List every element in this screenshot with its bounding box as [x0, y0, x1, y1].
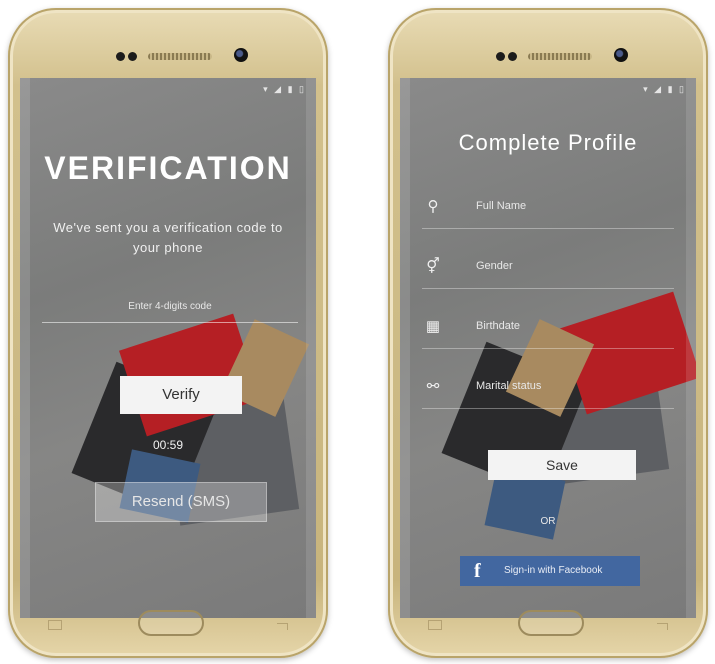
home-button[interactable]: [138, 610, 204, 636]
birthdate-field[interactable]: ▦ Birthdate: [422, 308, 674, 349]
status-bar: ▾ ◢ ▮ ▯: [643, 84, 686, 94]
profile-title: Complete Profile: [458, 130, 638, 155]
save-button[interactable]: Save: [488, 450, 636, 480]
verification-subtitle: We've sent you a verification code to yo…: [53, 220, 283, 255]
birthdate-placeholder: Birthdate: [476, 320, 521, 332]
earpiece-speaker: [528, 53, 592, 60]
facebook-signin-label: Sign-in with Facebook: [504, 565, 603, 576]
front-camera-icon: [234, 48, 248, 62]
gender-field[interactable]: ⚥ Gender: [422, 248, 674, 289]
facebook-icon: f: [474, 560, 481, 582]
facebook-signin-button[interactable]: f Sign-in with Facebook: [460, 556, 640, 586]
phone-verification: ▾ ◢ ▮ ▯ VERIFICATION We've sent you a ve…: [8, 8, 328, 658]
back-icon[interactable]: [277, 623, 288, 630]
countdown-timer: 00:59: [152, 438, 184, 452]
recent-apps-icon[interactable]: [428, 620, 442, 630]
phone-profile: ▾ ◢ ▮ ▯ Complete Profile ⚲ Full Name ⚥ G…: [388, 8, 708, 658]
profile-screen: ▾ ◢ ▮ ▯ Complete Profile ⚲ Full Name ⚥ G…: [400, 78, 696, 618]
sensor-dots: [496, 52, 526, 62]
verify-button[interactable]: Verify: [120, 376, 242, 414]
verification-title: VERIFICATION: [44, 150, 292, 186]
sensor-dots: [116, 52, 146, 62]
verification-screen: ▾ ◢ ▮ ▯ VERIFICATION We've sent you a ve…: [20, 78, 316, 618]
person-icon: ⚲: [427, 198, 439, 215]
gender-placeholder: Gender: [476, 260, 513, 272]
verification-code-input[interactable]: [42, 290, 298, 323]
rings-icon: ⚯: [426, 378, 440, 395]
calendar-icon: ▦: [425, 318, 441, 335]
marital-status-field[interactable]: ⚯ Marital status: [422, 368, 674, 409]
marital-status-placeholder: Marital status: [476, 380, 542, 392]
gender-icon: ⚥: [426, 258, 440, 275]
full-name-field[interactable]: ⚲ Full Name: [422, 188, 674, 229]
or-divider: OR: [540, 516, 556, 527]
resend-sms-button[interactable]: Resend (SMS): [95, 482, 267, 522]
earpiece-speaker: [148, 53, 212, 60]
back-icon[interactable]: [657, 623, 668, 630]
status-bar: ▾ ◢ ▮ ▯: [263, 84, 306, 94]
recent-apps-icon[interactable]: [48, 620, 62, 630]
home-button[interactable]: [518, 610, 584, 636]
full-name-placeholder: Full Name: [476, 200, 527, 212]
front-camera-icon: [614, 48, 628, 62]
